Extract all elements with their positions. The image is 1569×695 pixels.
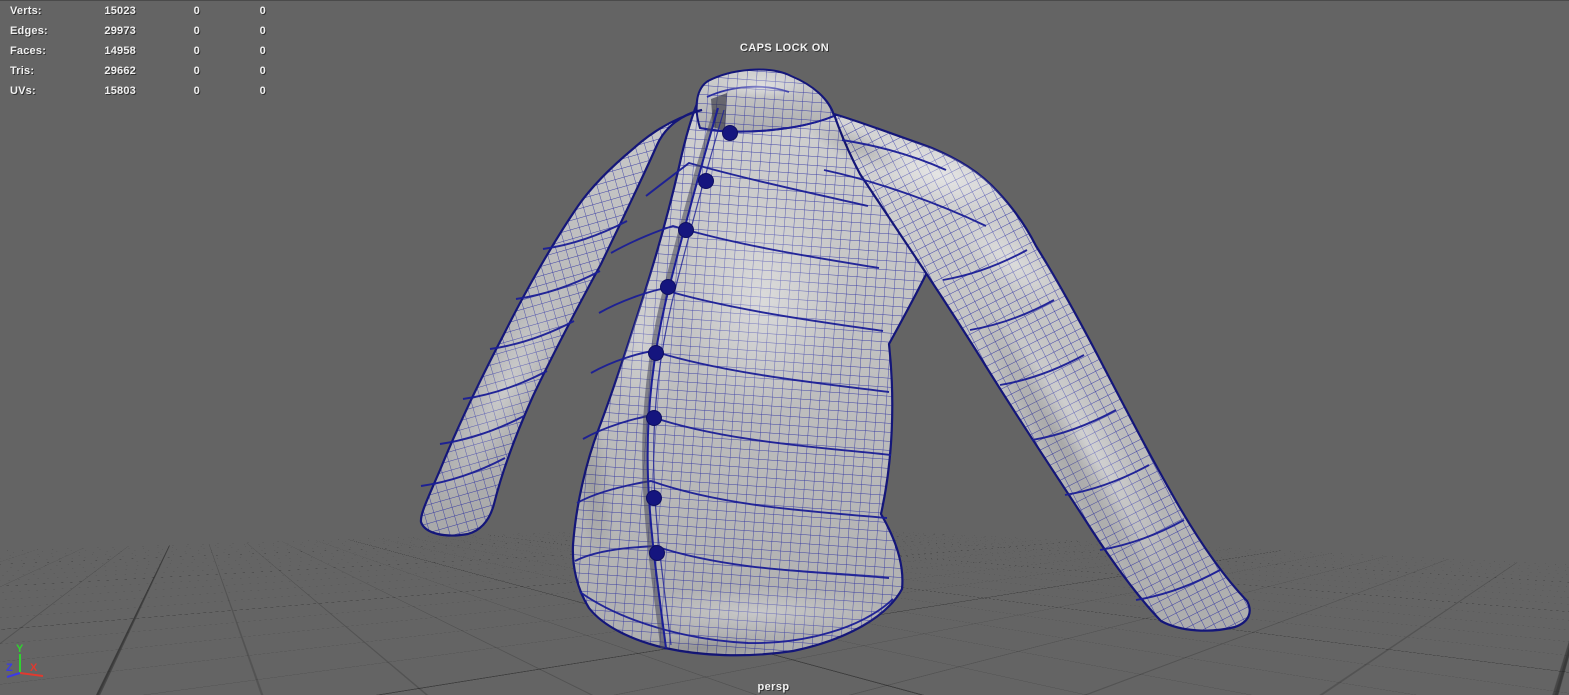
hud-col3: 0 (259, 5, 266, 17)
maya-3d-viewport[interactable]: Verts: 15023 0 0 Edges: 29973 0 0 Faces:… (0, 0, 1569, 695)
hud-label: Edges: (10, 25, 48, 37)
hud-total: 29662 (104, 65, 136, 77)
y-axis-label: Y (16, 643, 24, 655)
hud-label: Tris: (10, 65, 35, 77)
hud-col3: 0 (259, 45, 266, 57)
caps-lock-warning: CAPS LOCK ON (739, 42, 830, 54)
hud-col2: 0 (193, 5, 200, 17)
hud-col2: 0 (193, 85, 200, 97)
hud-total: 15803 (104, 85, 136, 97)
hud-col2: 0 (193, 65, 200, 77)
hud-label: Faces: (10, 45, 47, 57)
hud-total: 15023 (104, 5, 136, 17)
hud-col3: 0 (259, 65, 266, 77)
hud-row-uvs: UVs: 15803 0 0 (10, 83, 266, 103)
hud-label: Verts: (10, 5, 42, 17)
hud-col3: 0 (259, 25, 266, 37)
hud-row-edges: Edges: 29973 0 0 (10, 23, 266, 43)
jacket-model-wireframe[interactable] (0, 0, 1569, 695)
hud-total: 14958 (104, 45, 136, 57)
hud-row-faces: Faces: 14958 0 0 (10, 43, 266, 63)
hud-row-verts: Verts: 15023 0 0 (10, 3, 266, 23)
hud-row-tris: Tris: 29662 0 0 (10, 63, 266, 83)
x-axis-label: X (30, 662, 38, 674)
camera-name-label: persp (757, 681, 790, 693)
hud-label: UVs: (10, 85, 36, 97)
hud-col2: 0 (193, 45, 200, 57)
z-axis-label: Z (6, 662, 13, 674)
hud-total: 29973 (104, 25, 136, 37)
hud-col2: 0 (193, 25, 200, 37)
poly-count-hud: Verts: 15023 0 0 Edges: 29973 0 0 Faces:… (10, 3, 266, 103)
hud-col3: 0 (259, 85, 266, 97)
view-axis-gizmo: Y X Z (6, 643, 44, 678)
